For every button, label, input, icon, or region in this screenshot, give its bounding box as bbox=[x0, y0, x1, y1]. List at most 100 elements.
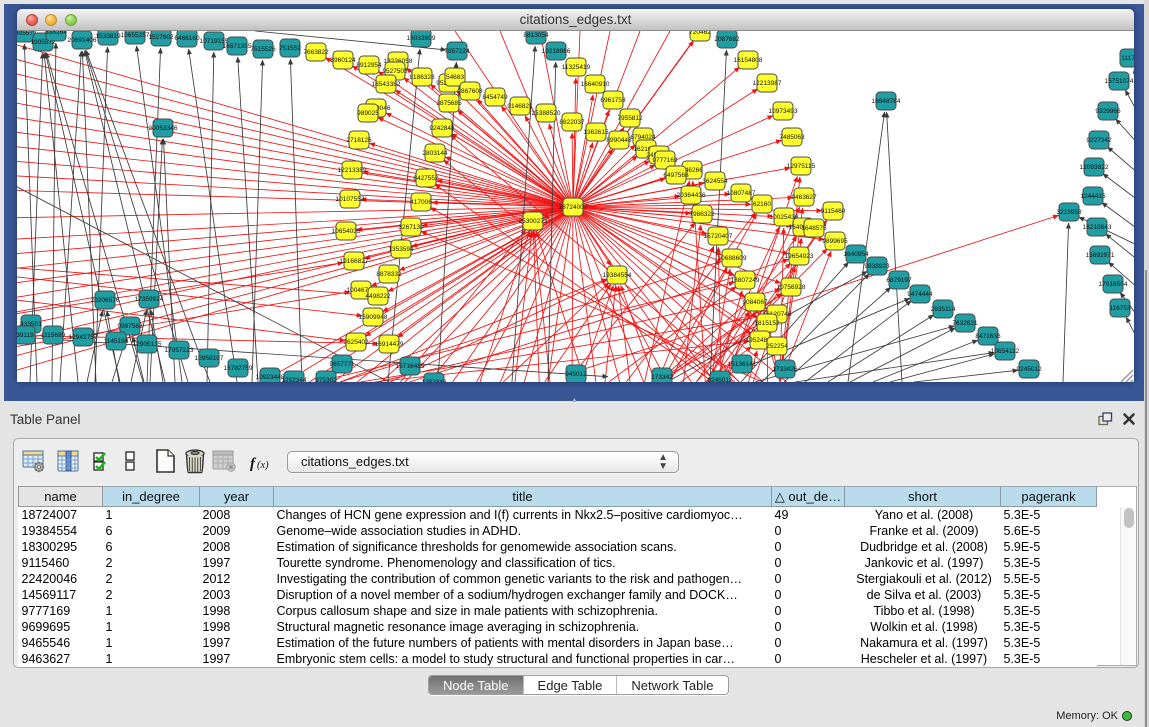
svg-text:15720407: 15720407 bbox=[704, 233, 733, 240]
svg-text:1292344: 1292344 bbox=[281, 377, 307, 382]
svg-text:173342: 173342 bbox=[651, 374, 673, 381]
svg-text:15751074: 15751074 bbox=[1105, 78, 1134, 85]
svg-text:720462: 720462 bbox=[689, 31, 711, 36]
svg-text:15909948: 15909948 bbox=[359, 314, 388, 321]
svg-text:8960124: 8960124 bbox=[330, 57, 356, 64]
svg-text:8813054: 8813054 bbox=[523, 32, 549, 39]
svg-text:9463627: 9463627 bbox=[791, 194, 817, 201]
svg-text:8454749: 8454749 bbox=[482, 94, 508, 101]
svg-text:9777169: 9777169 bbox=[652, 157, 678, 164]
svg-text:8186328: 8186328 bbox=[409, 74, 435, 81]
svg-text:2803144: 2803144 bbox=[422, 150, 448, 157]
svg-text:8990448: 8990448 bbox=[606, 137, 632, 144]
svg-text:1527602: 1527602 bbox=[148, 34, 174, 41]
svg-text:6879197: 6879197 bbox=[886, 277, 912, 284]
svg-text:6466160: 6466160 bbox=[174, 35, 200, 42]
svg-text:417006: 417006 bbox=[410, 199, 432, 206]
svg-text:16640910: 16640910 bbox=[581, 81, 610, 88]
svg-text:945012: 945012 bbox=[565, 371, 587, 378]
svg-text:10688609: 10688609 bbox=[718, 255, 747, 262]
svg-text:10654035: 10654035 bbox=[332, 228, 361, 235]
svg-text:7955812: 7955812 bbox=[617, 115, 643, 122]
svg-text:9474444: 9474444 bbox=[907, 291, 933, 298]
svg-text:10107553: 10107553 bbox=[336, 196, 365, 203]
svg-text:19384554: 19384554 bbox=[603, 272, 632, 279]
svg-text:12942757: 12942757 bbox=[69, 334, 98, 341]
svg-text:8471636: 8471636 bbox=[975, 333, 1001, 340]
svg-text:6497568: 6497568 bbox=[663, 172, 689, 179]
svg-text:12213389: 12213389 bbox=[338, 167, 367, 174]
svg-text:9657771: 9657771 bbox=[329, 361, 355, 368]
svg-text:7986322: 7986322 bbox=[689, 211, 715, 218]
svg-text:20364436: 20364436 bbox=[677, 192, 706, 199]
svg-text:12213987: 12213987 bbox=[753, 80, 782, 87]
svg-text:20053346: 20053346 bbox=[149, 125, 178, 132]
svg-text:9146821: 9146821 bbox=[507, 103, 533, 110]
svg-text:1115689: 1115689 bbox=[41, 332, 66, 339]
svg-text:16210643: 16210643 bbox=[1083, 224, 1112, 231]
svg-text:16033809: 16033809 bbox=[407, 35, 436, 42]
svg-text:18807249: 18807249 bbox=[731, 277, 760, 284]
svg-text:989025: 989025 bbox=[357, 110, 379, 117]
svg-text:12975115: 12975115 bbox=[787, 163, 816, 170]
svg-text:11325419: 11325419 bbox=[562, 64, 591, 71]
svg-text:1533819: 1533819 bbox=[95, 33, 121, 40]
svg-text:9227342: 9227342 bbox=[1086, 137, 1112, 144]
svg-text:3215958: 3215958 bbox=[1056, 209, 1082, 216]
svg-text:975302: 975302 bbox=[315, 377, 337, 382]
svg-text:116753: 116753 bbox=[1109, 305, 1131, 312]
svg-text:62160: 62160 bbox=[753, 201, 771, 208]
svg-text:10654112: 10654112 bbox=[991, 348, 1020, 355]
svg-text:2867608: 2867608 bbox=[457, 88, 483, 95]
svg-text:12905135: 12905135 bbox=[133, 341, 162, 348]
svg-text:838264: 838264 bbox=[45, 31, 67, 36]
svg-text:9245012: 9245012 bbox=[1016, 366, 1042, 373]
svg-text:10807487: 10807487 bbox=[727, 190, 756, 197]
svg-text:8878332: 8878332 bbox=[376, 271, 402, 278]
svg-text:19218966: 19218966 bbox=[542, 48, 571, 55]
svg-text:8427552: 8427552 bbox=[413, 175, 439, 182]
svg-text:10958107: 10958107 bbox=[195, 355, 224, 362]
svg-text:25300273: 25300273 bbox=[519, 218, 548, 225]
svg-text:9329966: 9329966 bbox=[1095, 108, 1121, 115]
svg-text:9527503: 9527503 bbox=[382, 68, 408, 75]
svg-text:17957223: 17957223 bbox=[165, 347, 194, 354]
svg-text:1648576: 1648576 bbox=[801, 225, 827, 232]
svg-text:16914479: 16914479 bbox=[375, 341, 404, 348]
svg-text:1815152: 1815152 bbox=[754, 320, 780, 327]
svg-text:10655257: 10655257 bbox=[121, 32, 150, 39]
svg-text:7632621: 7632621 bbox=[952, 320, 978, 327]
svg-text:3267130: 3267130 bbox=[398, 224, 424, 231]
svg-text:17016504: 17016504 bbox=[1099, 281, 1128, 288]
svg-text:7485063: 7485063 bbox=[779, 134, 805, 141]
svg-text:1362615: 1362615 bbox=[583, 129, 609, 136]
svg-text:7515526: 7515526 bbox=[250, 46, 276, 53]
svg-text:f: f bbox=[250, 456, 257, 472]
svg-text:7625402: 7625402 bbox=[343, 339, 369, 346]
svg-text:8912954: 8912954 bbox=[356, 62, 382, 69]
svg-text:1292346: 1292346 bbox=[421, 379, 447, 382]
svg-text:15136141: 15136141 bbox=[728, 361, 757, 368]
svg-text:1244415: 1244415 bbox=[1080, 193, 1106, 200]
svg-text:19654923: 19654923 bbox=[785, 253, 814, 260]
svg-text:12093822: 12093822 bbox=[1080, 164, 1109, 171]
svg-text:39119: 39119 bbox=[17, 332, 34, 339]
svg-text:9084067: 9084067 bbox=[742, 299, 768, 306]
svg-text:9115460: 9115460 bbox=[821, 208, 846, 215]
svg-text:16154808: 16154808 bbox=[734, 57, 763, 64]
svg-text:3875685: 3875685 bbox=[436, 100, 462, 107]
svg-text:16543382: 16543382 bbox=[372, 81, 401, 88]
svg-text:2087682: 2087682 bbox=[714, 36, 740, 43]
svg-text:4498222: 4498222 bbox=[365, 293, 391, 300]
svg-text:15692971: 15692971 bbox=[1086, 252, 1115, 259]
svg-text:16782759: 16782759 bbox=[224, 365, 253, 372]
svg-text:9242848: 9242848 bbox=[429, 125, 455, 132]
svg-text:11178: 11178 bbox=[1121, 55, 1134, 62]
svg-text:(x): (x) bbox=[257, 460, 269, 471]
svg-text:17359924: 17359924 bbox=[135, 296, 164, 303]
svg-text:16671355: 16671355 bbox=[223, 43, 252, 50]
svg-text:1353594: 1353594 bbox=[388, 246, 414, 253]
svg-text:2935114: 2935114 bbox=[931, 306, 956, 313]
svg-text:9997568: 9997568 bbox=[117, 323, 143, 330]
svg-text:9899695: 9899695 bbox=[822, 238, 848, 245]
